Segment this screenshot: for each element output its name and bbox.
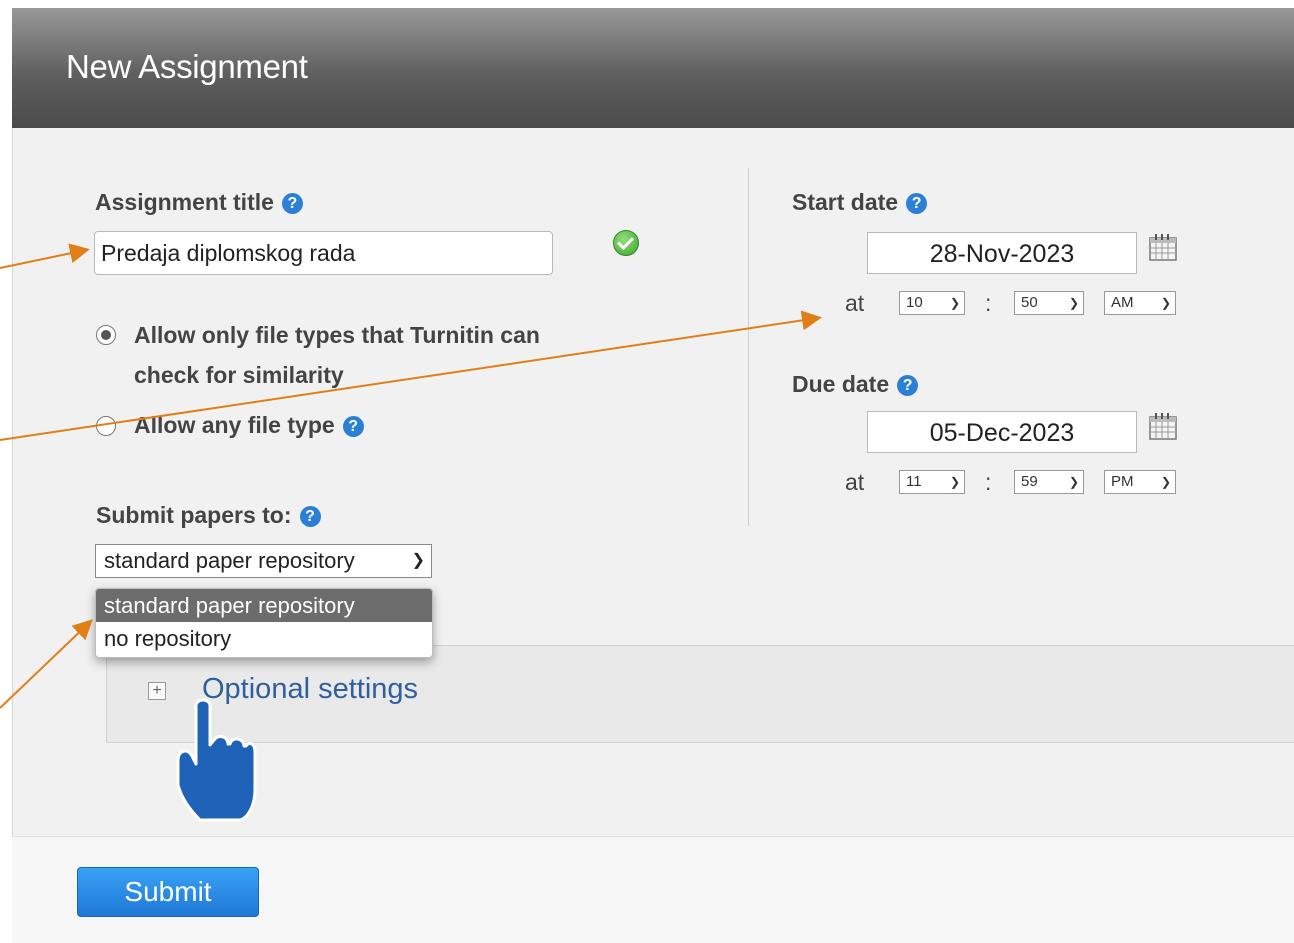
hand-pointer-icon [176, 698, 257, 822]
annotation-arrow [0, 243, 90, 269]
annotation-arrow [0, 619, 93, 709]
annotation-arrow [0, 310, 822, 441]
annotation-overlay [0, 243, 822, 822]
